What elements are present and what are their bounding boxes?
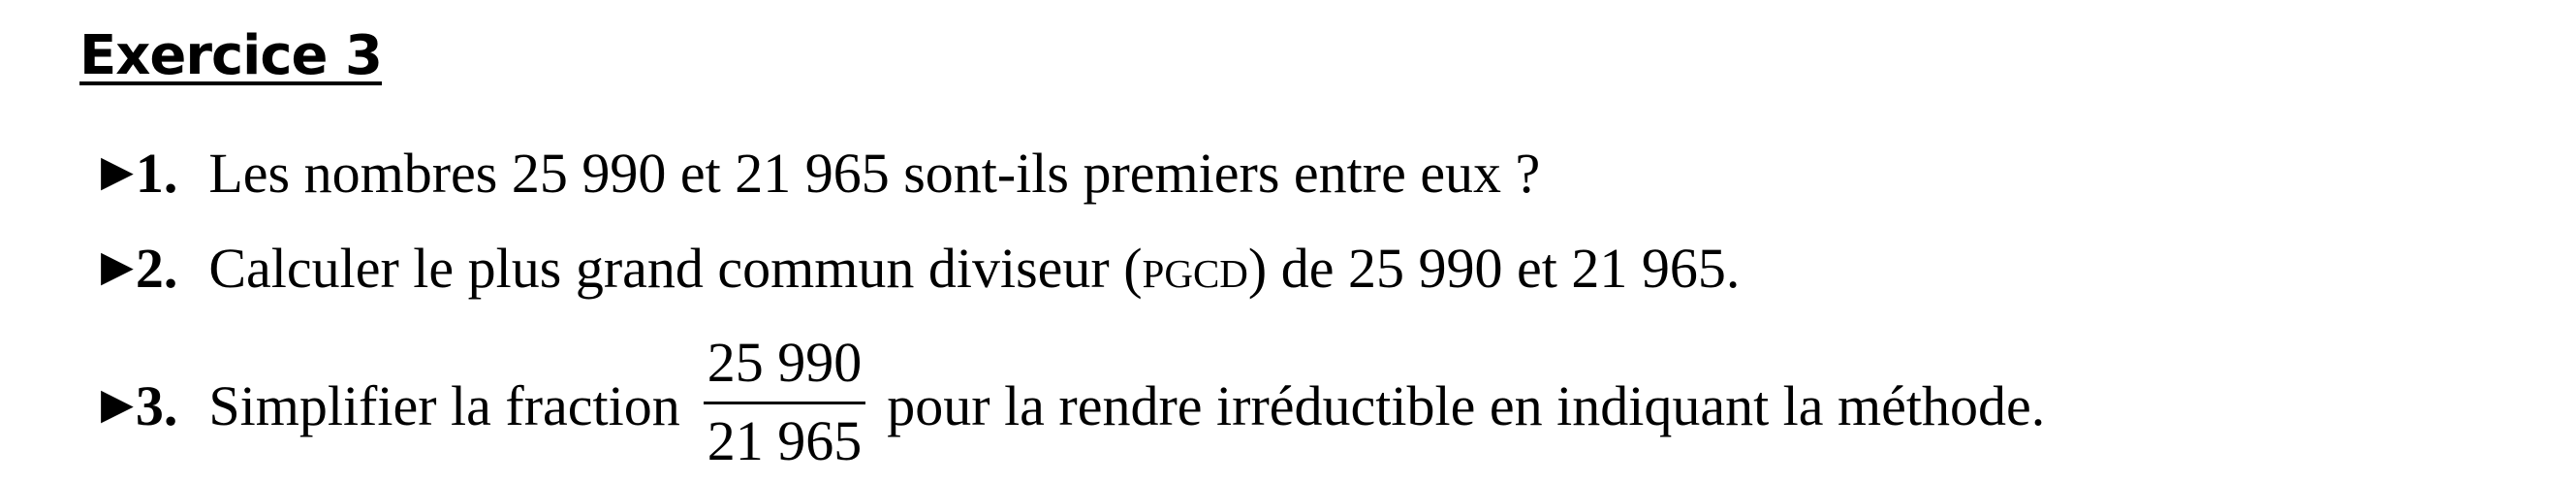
question-3: ▶ 3. Simplifier la fraction 25 990 21 96… xyxy=(101,328,2045,483)
question-text-start: Calculer le plus grand commun diviseur ( xyxy=(208,236,1143,300)
question-text: Les nombres 25 990 et 21 965 sont-ils pr… xyxy=(208,141,1541,205)
triangle-bullet-icon: ▶ xyxy=(101,242,134,290)
question-text-end: ) de 25 990 et 21 965. xyxy=(1247,236,1741,300)
question-2: ▶ 2. Calculer le plus grand commun divis… xyxy=(101,229,1740,306)
question-text-end: pour la rendre irréductible en indiquant… xyxy=(887,373,2046,437)
question-number: 1. xyxy=(135,141,178,205)
fraction-bar xyxy=(703,401,866,404)
fraction-denominator: 21 965 xyxy=(707,408,863,472)
fraction: 25 990 21 965 xyxy=(703,330,866,472)
question-number: 3. xyxy=(135,373,178,437)
question-number: 2. xyxy=(135,236,178,300)
pgcd-abbreviation: pgcd xyxy=(1142,236,1248,300)
fraction-numerator: 25 990 xyxy=(707,330,863,394)
exercise-title: Exercice 3 xyxy=(79,24,383,87)
question-text-start: Simplifier la fraction xyxy=(208,373,680,437)
triangle-bullet-icon: ▶ xyxy=(101,379,134,428)
question-1: ▶ 1. Les nombres 25 990 et 21 965 sont-i… xyxy=(101,134,1540,211)
triangle-bullet-icon: ▶ xyxy=(101,146,134,195)
